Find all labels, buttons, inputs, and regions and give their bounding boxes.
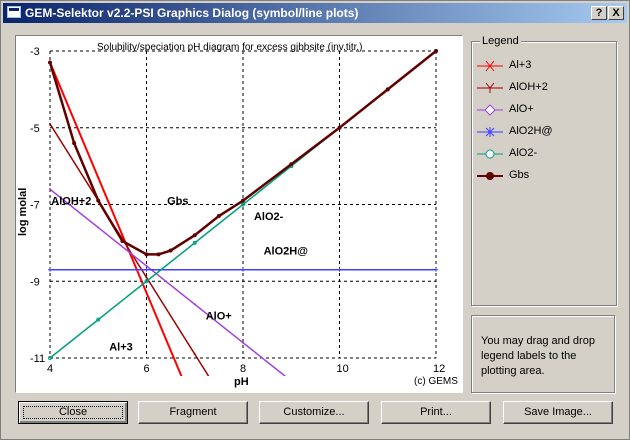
series-point-alo-	[242, 341, 244, 344]
close-button[interactable]: Close	[18, 401, 128, 424]
series-point-alo2h-	[337, 267, 342, 272]
graphics-dialog-window: GEM-Selektor v2.2-PSI Graphics Dialog (s…	[0, 0, 630, 440]
legend-title: Legend	[480, 35, 521, 47]
y-tick-label: -9	[30, 276, 40, 288]
y-axis-label: log molal	[17, 188, 29, 236]
save-image-button-label: Save Image...	[524, 406, 592, 418]
series-point-al-3	[97, 176, 100, 179]
legend-item-alo-[interactable]: AlO+	[477, 102, 607, 118]
series-point-alo-	[193, 303, 196, 306]
x-tick-label: 8	[240, 363, 246, 375]
series-point-al-3	[121, 234, 124, 237]
x-axis-label: pH	[234, 376, 249, 388]
legend-item-alo2h-[interactable]: AlO2H@	[477, 124, 607, 140]
series-point-gbs	[48, 60, 52, 65]
legend-symbol	[477, 82, 503, 93]
chart-svg: 4 6 8 10 12 -3 -5 -7 -9 -11 Solubility/speciation …	[17, 42, 458, 388]
fragment-button-label: Fragment	[169, 406, 217, 418]
series-point-gbs	[168, 248, 173, 253]
series-point-gbs	[337, 125, 342, 130]
series-point-al-3	[145, 291, 148, 294]
series-point-gbs	[144, 252, 149, 257]
chart-title: Solubility/speciation pH diagram for exc…	[97, 42, 362, 53]
y-tick-label: -11	[30, 353, 45, 365]
series-point-alo2h-	[241, 267, 245, 272]
legend-label: AlO2-	[509, 147, 538, 159]
series-point-al-3	[169, 349, 172, 352]
series-point-gbs	[96, 198, 101, 203]
customize-button[interactable]: Customize...	[259, 401, 369, 424]
drag-drop-hint: You may drag and drop legend labels to t…	[481, 335, 595, 377]
series-point-alo2h-	[48, 267, 52, 272]
series-point-gbs	[120, 238, 125, 243]
region-label: AlO2H@	[264, 245, 309, 257]
series-point-aloh-2	[145, 276, 148, 279]
legend-symbol	[477, 172, 503, 180]
series-point-gbs	[192, 233, 197, 238]
legend-item-al-3[interactable]: Al+3	[477, 58, 607, 74]
series-point-gbs	[434, 49, 438, 53]
series-point-gbs	[216, 214, 221, 219]
region-label: AlOH+2	[51, 196, 91, 208]
series-point-alo-	[97, 226, 100, 229]
save-image-button[interactable]: Save Image...	[503, 401, 613, 424]
close-window-button[interactable]: X	[608, 6, 624, 20]
legend-label: Gbs	[509, 169, 530, 181]
x-tick-label: 4	[47, 363, 53, 375]
y-tick-label: -5	[30, 123, 40, 135]
series-point-gbs	[385, 87, 390, 92]
close-button-label: Close	[58, 406, 88, 418]
legend-item-aloh-2[interactable]: AlOH+2	[477, 80, 607, 96]
customize-button-label: Customize...	[283, 406, 345, 418]
legend-label: AlO+	[509, 103, 534, 115]
legend-label: AlOH+2	[509, 81, 548, 93]
x-tick-label: 12	[433, 363, 445, 375]
series-point-gbs	[72, 141, 77, 146]
credit-text: (c) GEMS	[414, 376, 458, 387]
print-button-label: Print...	[420, 406, 452, 418]
print-button[interactable]: Print...	[381, 401, 491, 424]
y-tick-label: -7	[30, 200, 40, 212]
x-tick-label: 6	[144, 363, 150, 375]
series-point-aloh-2	[49, 122, 51, 125]
region-label: AlO2-	[254, 211, 284, 223]
region-label: Al+3	[109, 341, 133, 353]
series-point-alo-	[49, 188, 51, 191]
fragment-button[interactable]: Fragment	[138, 401, 248, 424]
y-tick-label: -3	[30, 46, 40, 58]
legend-symbol	[477, 60, 503, 72]
legend-label: Al+3	[509, 59, 532, 71]
series-point-gbs	[289, 162, 294, 167]
legend-item-alo2-[interactable]: AlO2-	[477, 146, 607, 162]
series-point-alo-	[145, 264, 148, 267]
series-point-alo2h-	[434, 267, 438, 272]
window-title: GEM-Selektor v2.2-PSI Graphics Dialog (s…	[25, 6, 359, 20]
legend-label: AlO2H@	[509, 125, 553, 137]
plot-area[interactable]: 4 6 8 10 12 -3 -5 -7 -9 -11 Solubility/speciation …	[15, 35, 463, 393]
x-tick-label: 10	[337, 363, 349, 375]
legend-symbol	[477, 149, 503, 159]
series-point-alo2h-	[144, 267, 149, 272]
region-label: AlO+	[206, 311, 232, 323]
series-point-gbs	[156, 252, 161, 257]
legend-symbol	[477, 127, 503, 137]
app-window-icon	[7, 6, 21, 18]
region-label: Gbs	[167, 196, 188, 208]
title-bar[interactable]: GEM-Selektor v2.2-PSI Graphics Dialog (s…	[3, 3, 627, 23]
help-button[interactable]: ?	[591, 6, 607, 20]
legend-item-gbs[interactable]: Gbs	[477, 168, 607, 184]
series-point-aloh-2	[193, 353, 196, 356]
series-point-gbs	[241, 198, 245, 203]
legend-symbol	[477, 104, 503, 116]
